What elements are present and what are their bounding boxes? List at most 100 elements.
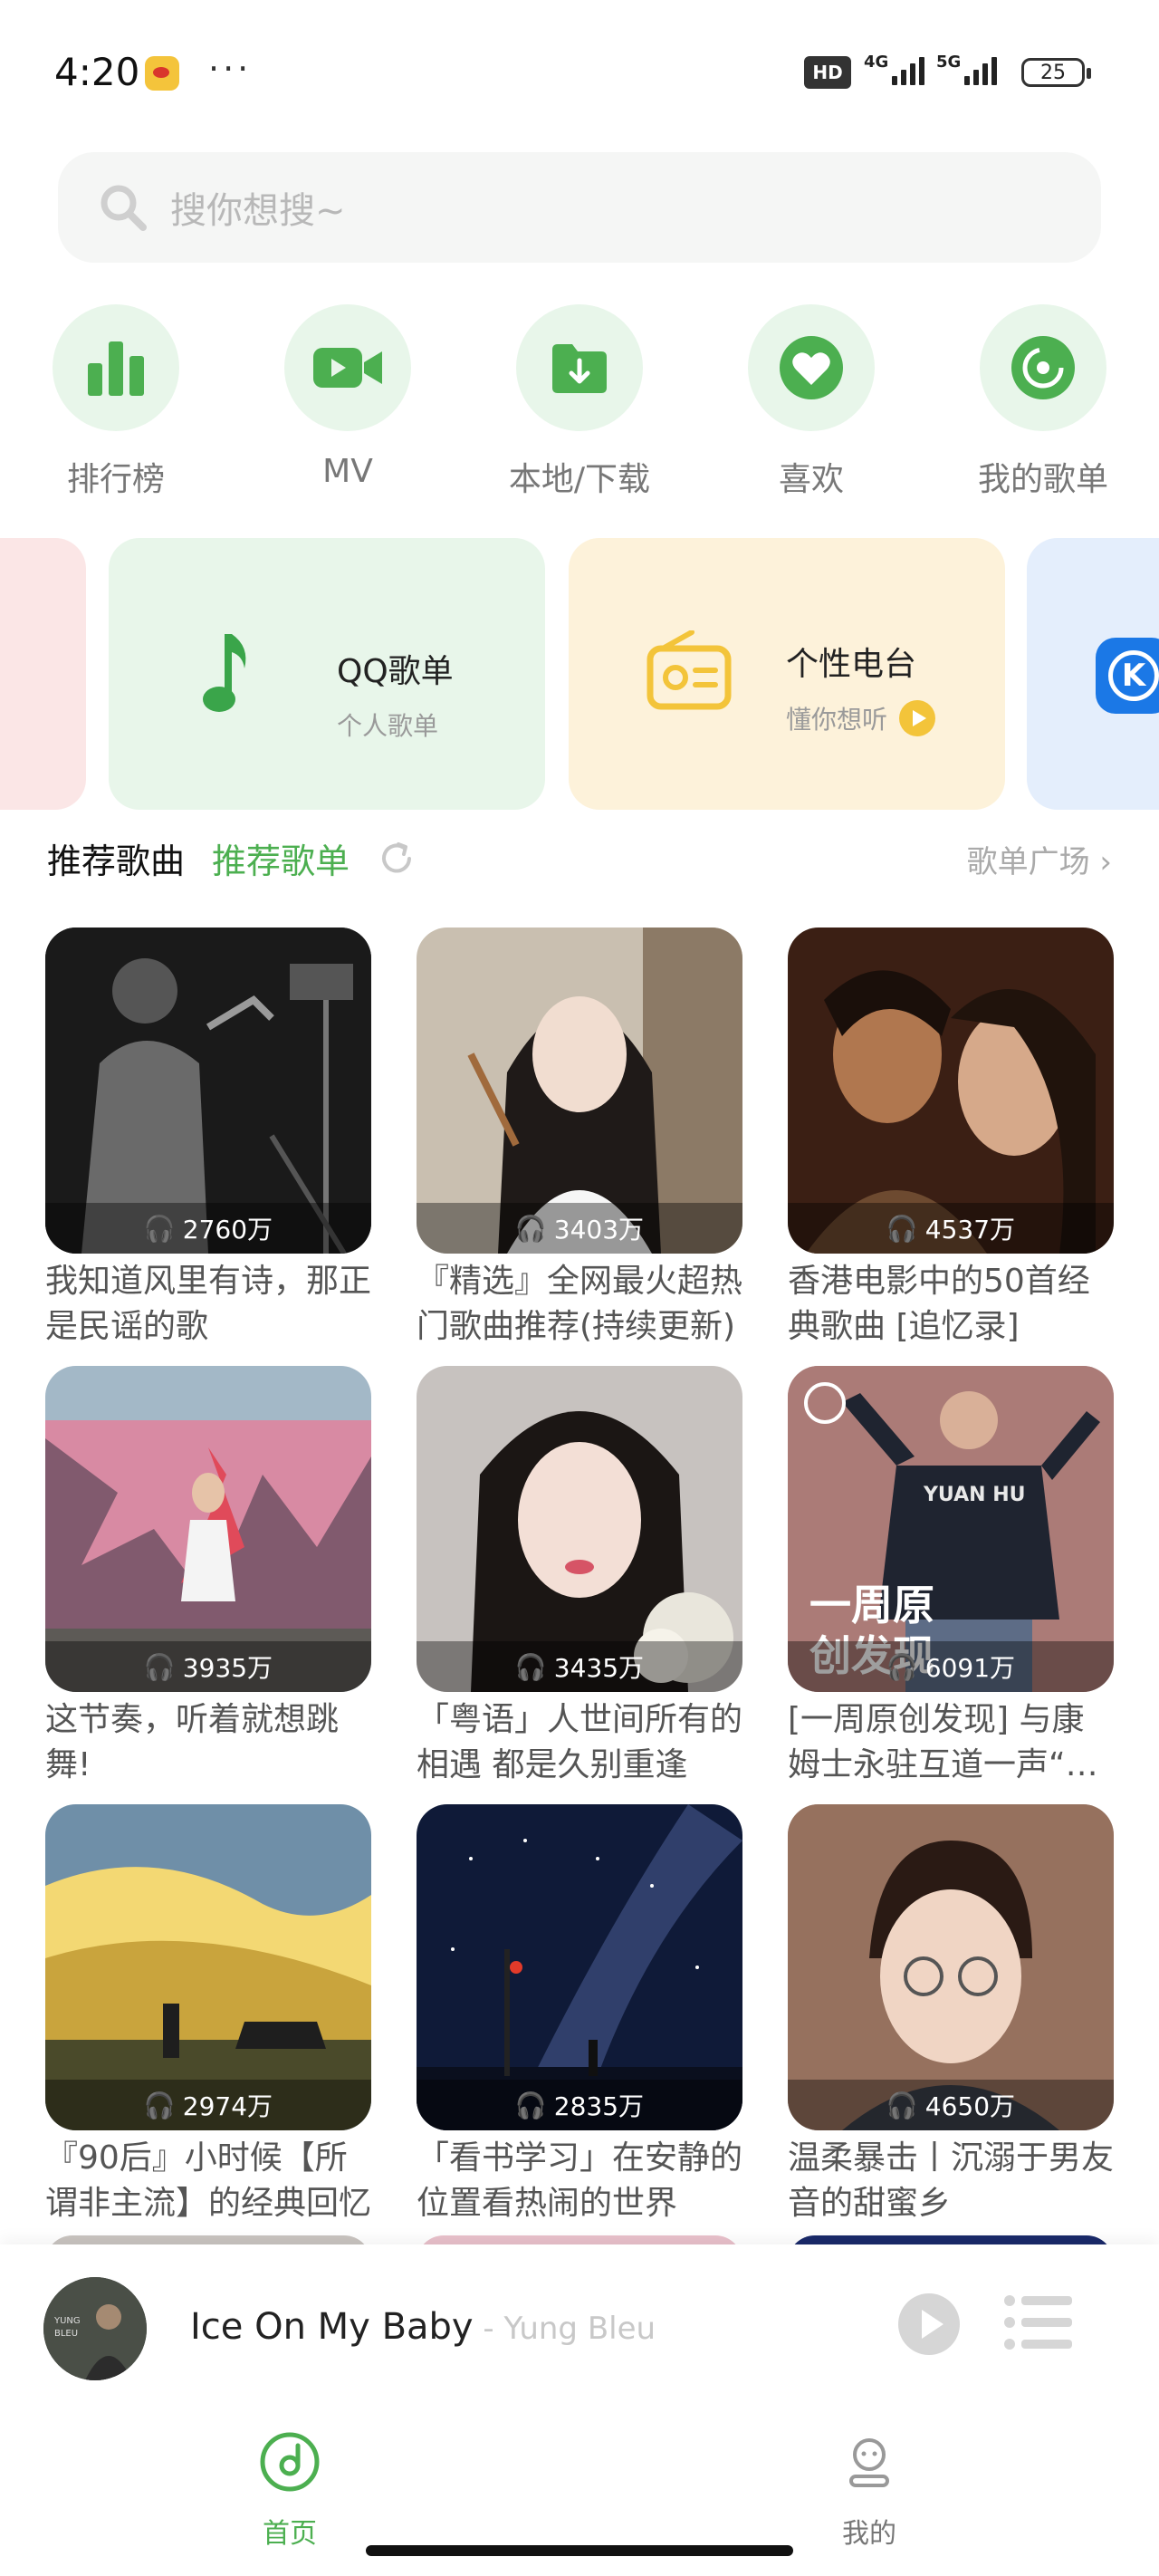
play-count: 🎧 6091万: [788, 1641, 1114, 1692]
music-note-icon: [203, 634, 246, 712]
home-indicator[interactable]: [366, 2545, 793, 2556]
home-disc-icon: [260, 2432, 320, 2492]
quick-link-my-playlists[interactable]: 我的歌单: [953, 304, 1134, 500]
nav-mine[interactable]: 我的: [779, 2431, 960, 2551]
search-placeholder: 搜你想搜~: [170, 190, 346, 232]
status-bar: 4:20 ··· HD 4G 5G 25: [0, 0, 1159, 136]
playlist-cover: 🎧 4650万: [788, 1804, 1114, 2130]
favorites-icon-circle: [748, 304, 875, 431]
chart-bars-icon: [88, 341, 144, 396]
playlist-card[interactable]: 🎧 2835万 「看书学习」在安静的位置看热闹的世界: [417, 1804, 742, 2226]
download-icon-circle: [516, 304, 643, 431]
playlist-cover: 🎧 2760万: [45, 928, 371, 1254]
quick-link-favorites[interactable]: 喜欢: [721, 304, 902, 500]
play-count: 🎧 2760万: [45, 1203, 371, 1254]
quick-link-label: 排行榜: [66, 461, 165, 498]
playlist-queue-icon[interactable]: [1003, 2293, 1072, 2351]
feature-card-radio[interactable]: 个性电台 懂你想听: [569, 538, 1005, 810]
download-folder-icon: [552, 344, 607, 393]
playlist-card[interactable]: YUAN HU 一周原创发现 🎧 6091万 [一周原创发现] 与康姆士永驻互道一…: [788, 1366, 1114, 1788]
quick-link-label: 本地/下载: [508, 461, 651, 498]
playlist-title: 温柔暴击丨沉溺于男友音的甜蜜乡: [788, 2139, 1114, 2222]
feature-card-qq-playlist[interactable]: QQ歌单 个人歌单: [109, 538, 545, 810]
play-count-value: 6091万: [924, 1653, 1016, 1683]
play-count-value: 4650万: [924, 2091, 1016, 2121]
feature-card-subtitle-row: 懂你想听: [786, 699, 936, 737]
feature-card-partial-right[interactable]: K: [1027, 538, 1159, 810]
headphones-icon: 🎧: [886, 1651, 918, 1682]
playlist-card[interactable]: 🎧 2760万 我知道风里有诗，那正是民谣的歌: [45, 928, 371, 1350]
quick-link-ranking[interactable]: 排行榜: [25, 304, 206, 500]
headphones-icon: 🎧: [886, 2090, 918, 2120]
play-count-value: 3403万: [553, 1215, 645, 1245]
playlist-title: [一周原创发现] 与康姆士永驻互道一声“晚安”: [788, 1701, 1098, 1783]
playlist-card[interactable]: 🎧 2974万 『90后』小时候【所谓非主流】的经典回忆: [45, 1804, 371, 2226]
playlist-plaza-link[interactable]: 歌单广场 ›: [967, 837, 1112, 881]
radio-icon: [647, 630, 732, 710]
signal-5g-icon: 5G: [936, 53, 998, 85]
playlist-title: 香港电影中的50首经典歌曲 [追忆录]: [788, 1263, 1090, 1345]
artist-separator: -: [473, 2311, 504, 2347]
search-icon: [101, 185, 147, 231]
playlist-disc-icon: [1011, 336, 1075, 399]
headphones-icon: 🎧: [514, 1213, 547, 1244]
playlist-cover: 🎧 3435万: [417, 1366, 742, 1692]
playlist-title: 『精选』全网最火超热门歌曲推荐(持续更新): [417, 1263, 742, 1345]
play-count: 🎧 4650万: [788, 2080, 1114, 2130]
headphones-icon: 🎧: [514, 1651, 547, 1682]
playlist-card[interactable]: 🎧 3435万 「粤语」人世间所有的相遇 都是久别重逢: [417, 1366, 742, 1788]
video-camera-icon: [313, 348, 382, 388]
feature-card-subtitle: 懂你想听: [786, 705, 888, 735]
feature-card-partial-left[interactable]: [0, 538, 86, 810]
nav-mine-label: 我的: [842, 2518, 896, 2550]
feature-card-title: QQ歌单: [337, 653, 454, 690]
playlist-card[interactable]: 🎧 4537万 香港电影中的50首经典歌曲 [追忆录]: [788, 928, 1114, 1350]
ranking-icon-circle: [53, 304, 179, 431]
signal-4g-label: 4G: [864, 53, 889, 72]
quick-link-mv[interactable]: MV: [257, 304, 438, 490]
album-art[interactable]: YUNG BLEU: [43, 2277, 147, 2380]
play-count-value: 3935万: [182, 1653, 273, 1683]
play-count: 🎧 3935万: [45, 1641, 371, 1692]
chevron-right-icon: ›: [1099, 844, 1112, 880]
kugou-logo-icon: K: [1096, 638, 1159, 714]
play-count-value: 3435万: [553, 1653, 645, 1683]
play-count-value: 2835万: [553, 2091, 645, 2121]
search-bar[interactable]: 搜你想搜~: [58, 152, 1101, 263]
quick-link-local-download[interactable]: 本地/下载: [489, 304, 670, 500]
hd-voice-icon: HD: [804, 56, 851, 89]
weibo-notification-icon: [145, 56, 179, 91]
play-button-icon[interactable]: [896, 2292, 962, 2357]
playlist-cover: 🎧 2974万: [45, 1804, 371, 2130]
playlist-card[interactable]: 🎧 3403万 『精选』全网最火超热门歌曲推荐(持续更新): [417, 928, 742, 1350]
tab-recommended-playlists[interactable]: 推荐歌单: [212, 833, 350, 883]
artist-name: Yung Bleu: [503, 2311, 656, 2347]
playlist-plaza-label: 歌单广场: [966, 844, 1090, 880]
album-art-text: YUNG BLEU: [54, 2316, 81, 2339]
headphones-icon: 🎧: [143, 1213, 176, 1244]
refresh-icon[interactable]: [377, 839, 417, 879]
playlist-cover: 🎧 2835万: [417, 1804, 742, 2130]
tab-recommended-songs[interactable]: 推荐歌曲: [47, 833, 185, 883]
playlist-cover: YUAN HU 一周原创发现 🎧 6091万: [788, 1366, 1114, 1692]
headphones-icon: 🎧: [143, 2090, 176, 2120]
headphones-icon: 🎧: [886, 1213, 918, 1244]
signal-5g-label: 5G: [936, 53, 962, 72]
playlist-title: 「看书学习」在安静的位置看热闹的世界: [417, 2139, 742, 2222]
play-count: 🎧 3435万: [417, 1641, 742, 1692]
now-playing[interactable]: Ice On My Baby - Yung Bleu: [190, 2306, 656, 2348]
playlist-title: 『90后』小时候【所谓非主流】的经典回忆: [45, 2139, 371, 2222]
cover-tshirt-text: YUAN HU: [924, 1484, 1026, 1506]
playlist-cover: 🎧 3935万: [45, 1366, 371, 1692]
section-tabs: 推荐歌曲 推荐歌单: [47, 833, 417, 883]
playlist-card[interactable]: 🎧 4650万 温柔暴击丨沉溺于男友音的甜蜜乡: [788, 1804, 1114, 2226]
play-count-value: 2974万: [182, 2091, 273, 2121]
battery-icon: 25: [1021, 58, 1091, 87]
headphones-icon: 🎧: [143, 1651, 176, 1682]
quick-link-label: 喜欢: [778, 461, 844, 498]
playlist-card[interactable]: 🎧 3935万 这节奏，听着就想跳舞!: [45, 1366, 371, 1788]
mv-icon-circle: [284, 304, 411, 431]
playlist-title: 「粤语」人世间所有的相遇 都是久别重逢: [417, 1701, 742, 1783]
nav-home[interactable]: 首页: [199, 2431, 380, 2551]
heart-icon: [780, 336, 843, 399]
